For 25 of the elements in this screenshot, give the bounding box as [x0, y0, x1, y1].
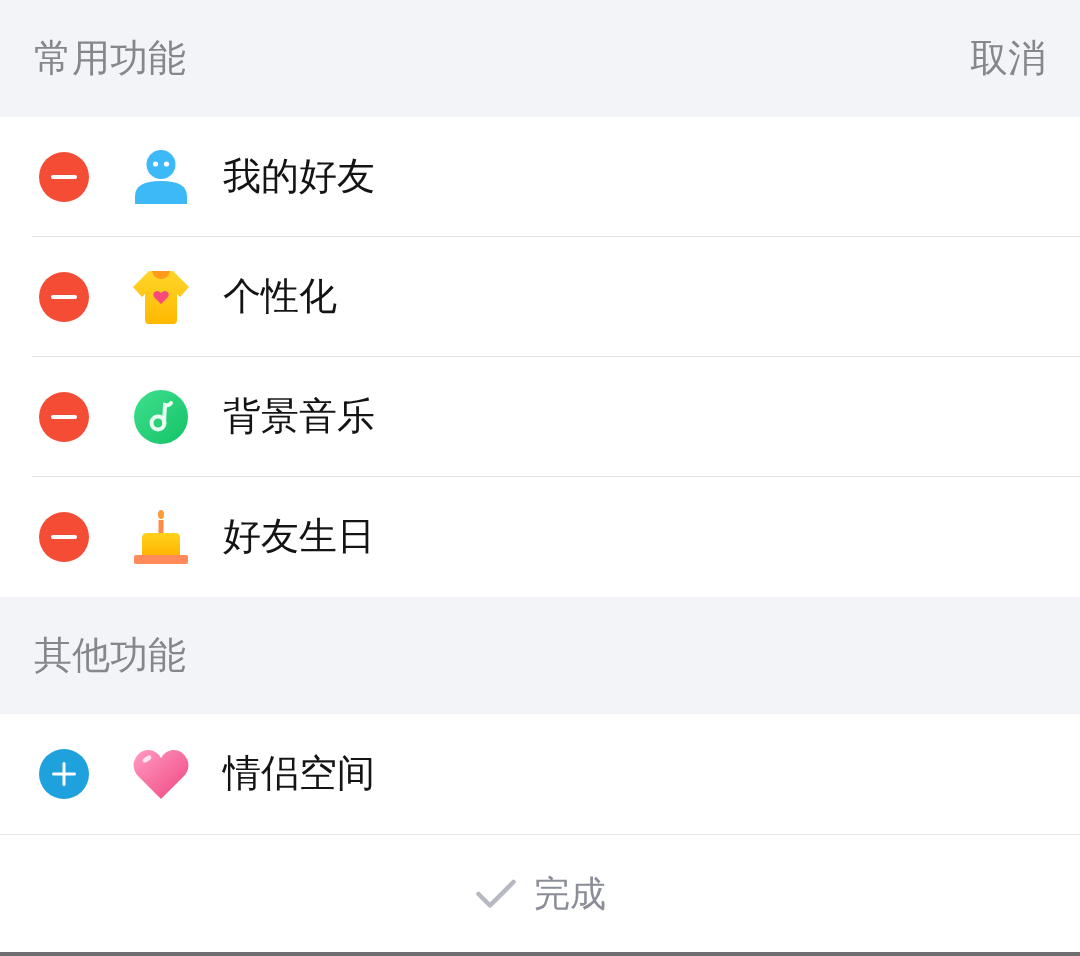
minus-icon — [51, 294, 77, 299]
item-label: 背景音乐 — [223, 393, 375, 440]
checkmark-icon — [476, 878, 516, 909]
remove-button[interactable] — [39, 512, 89, 562]
minus-icon — [51, 414, 77, 419]
minus-icon — [51, 535, 77, 539]
remove-button[interactable] — [39, 271, 89, 322]
item-label: 我的好友 — [223, 153, 375, 200]
section-title: 常用功能 — [34, 35, 186, 82]
remove-button[interactable] — [39, 151, 89, 202]
music-note-icon — [134, 389, 188, 444]
done-button[interactable]: 完成 — [476, 871, 606, 916]
item-label: 个性化 — [223, 273, 337, 320]
cancel-button[interactable]: 取消 — [970, 35, 1046, 82]
person-icon — [135, 149, 187, 204]
minus-icon — [51, 174, 77, 179]
remove-button[interactable] — [39, 391, 89, 442]
t-shirt-icon — [132, 269, 190, 324]
plus-icon — [52, 762, 76, 786]
item-label: 情侣空间 — [223, 751, 375, 797]
item-label: 好友生日 — [223, 514, 375, 560]
add-button[interactable] — [39, 749, 89, 799]
section-title: 其他功能 — [34, 632, 186, 679]
heart-icon — [133, 749, 189, 799]
cake-icon — [134, 510, 188, 564]
